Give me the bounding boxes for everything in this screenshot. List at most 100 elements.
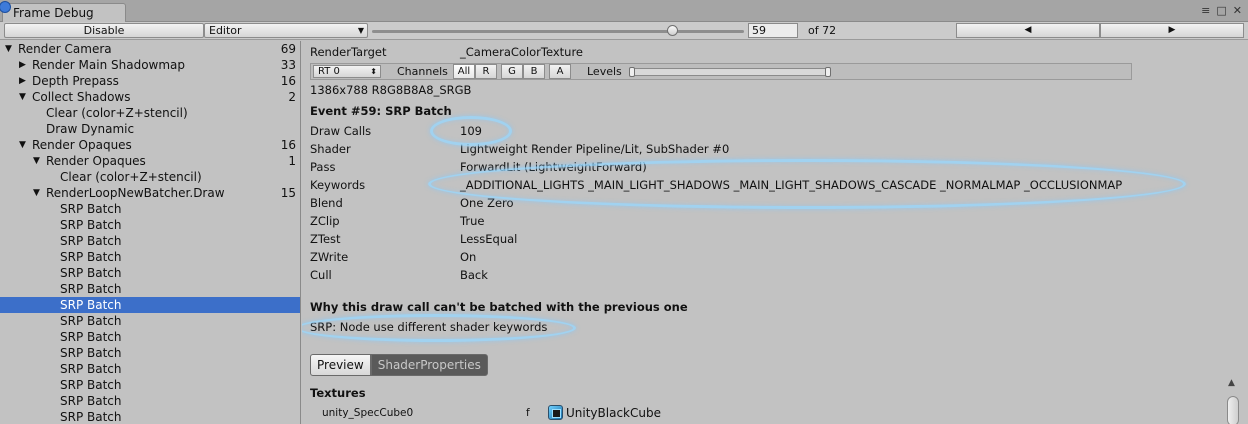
tree-item[interactable]: Clear (color+Z+stencil)	[0, 105, 300, 121]
expand-arrow-icon[interactable]: ▼	[19, 137, 26, 153]
expand-arrow-icon[interactable]: ▼	[5, 41, 12, 57]
highlight-ring	[302, 314, 576, 342]
channel-g-button[interactable]: G	[501, 64, 523, 79]
channel-b-button[interactable]: B	[523, 64, 545, 79]
tree-item[interactable]: SRP Batch	[0, 233, 300, 249]
scroll-up-icon[interactable]: ▲	[1228, 378, 1235, 388]
tree-item-label: SRP Batch	[60, 410, 122, 424]
tree-item[interactable]: SRP Batch	[0, 281, 300, 297]
tree-item-label: SRP Batch	[60, 282, 122, 296]
maximize-icon[interactable]: □	[1216, 4, 1226, 17]
tree-item[interactable]: ▼ Render Opaques 16	[0, 137, 300, 153]
arrow-right-icon: ▶	[1168, 25, 1176, 35]
tree-item[interactable]: SRP Batch	[0, 345, 300, 361]
tree-item[interactable]: ▼ Collect Shadows 2	[0, 89, 300, 105]
detail-scrollbar[interactable]: ▲	[1224, 378, 1242, 424]
tree-item-label: SRP Batch	[60, 394, 122, 408]
levels-min-handle[interactable]	[629, 67, 635, 77]
tree-item[interactable]: SRP Batch	[0, 361, 300, 377]
next-event-button[interactable]: ▶	[1100, 23, 1244, 38]
tree-item[interactable]: SRP Batch	[0, 329, 300, 345]
texture-name: unity_SpecCube0	[322, 407, 414, 419]
tree-item[interactable]: Clear (color+Z+stencil)	[0, 169, 300, 185]
channel-all-button[interactable]: All	[453, 64, 475, 79]
render-target-label: RenderTarget	[310, 45, 387, 59]
channel-r-button[interactable]: R	[475, 64, 497, 79]
tree-item-count: 1	[288, 154, 296, 168]
channel-a-button[interactable]: A	[549, 64, 571, 79]
tree-item[interactable]: ▶ Depth Prepass 16	[0, 73, 300, 89]
expand-arrow-icon[interactable]: ▼	[33, 185, 40, 201]
event-tree[interactable]: ▼ Render Camera 69 ▶ Render Main Shadowmap 33…	[0, 41, 301, 424]
preview-tab[interactable]: Preview	[310, 354, 371, 376]
property-value: On	[460, 250, 477, 264]
tree-item[interactable]: SRP Batch	[0, 297, 300, 313]
tree-item-count: 15	[280, 186, 296, 200]
frame-total: of 72	[808, 24, 837, 37]
tree-item-label: SRP Batch	[60, 330, 122, 344]
tree-item-label: SRP Batch	[60, 298, 122, 312]
tree-item[interactable]: SRP Batch	[0, 313, 300, 329]
tree-item-label: SRP Batch	[60, 266, 122, 280]
cubemap-icon	[548, 405, 563, 420]
arrow-left-icon: ◀	[1024, 25, 1032, 35]
editor-dropdown-label: Editor	[209, 24, 242, 37]
property-key: Cull	[310, 268, 332, 282]
texture-value[interactable]: UnityBlackCube	[566, 406, 661, 420]
tree-item[interactable]: ▼ RenderLoopNewBatcher.Draw 15	[0, 185, 300, 201]
highlight-ring	[430, 116, 512, 146]
levels-slider[interactable]	[631, 68, 829, 76]
tree-item-label: SRP Batch	[60, 346, 122, 360]
window-controls: ≡ □ ✕	[1201, 4, 1242, 17]
tree-item[interactable]: Draw Dynamic	[0, 121, 300, 137]
editor-dropdown[interactable]: Editor ▼	[204, 23, 368, 38]
tree-item-label: SRP Batch	[60, 314, 122, 328]
view-toggle: Preview ShaderProperties	[310, 354, 488, 376]
expand-arrow-icon[interactable]: ▼	[33, 153, 40, 169]
frame-slider-thumb[interactable]	[667, 25, 679, 36]
frame-slider-track[interactable]	[372, 30, 744, 33]
property-key: Shader	[310, 142, 351, 156]
window-title: Frame Debug	[13, 6, 94, 20]
previous-event-button[interactable]: ◀	[956, 23, 1100, 38]
expand-arrow-icon[interactable]: ▼	[19, 89, 26, 105]
tree-item-label: SRP Batch	[60, 378, 122, 392]
tree-item-label: Draw Dynamic	[46, 122, 135, 136]
property-key: ZClip	[310, 214, 340, 228]
tree-item-label: Render Main Shadowmap	[32, 58, 186, 72]
tree-item-label: SRP Batch	[60, 202, 122, 216]
levels-max-handle[interactable]	[825, 67, 831, 77]
rt-select[interactable]: RT 0 ⬍	[313, 65, 381, 78]
rt-select-label: RT 0	[318, 66, 340, 77]
tree-item[interactable]: SRP Batch	[0, 409, 300, 424]
collapse-arrow-icon[interactable]: ▶	[19, 73, 26, 89]
shader-properties-tab[interactable]: ShaderProperties	[370, 354, 488, 376]
property-key: Keywords	[310, 178, 366, 192]
tree-item[interactable]: ▼ Render Opaques 1	[0, 153, 300, 169]
tree-item-label: Render Camera	[18, 42, 112, 56]
chevron-down-icon: ▼	[357, 26, 364, 35]
menu-icon[interactable]: ≡	[1201, 4, 1210, 17]
window-tab[interactable]: Frame Debug	[0, 1, 126, 22]
tree-item[interactable]: ▶ Render Main Shadowmap 33	[0, 57, 300, 73]
tree-item[interactable]: ▼ Render Camera 69	[0, 41, 300, 57]
batch-heading: Why this draw call can't be batched with…	[310, 300, 688, 314]
tree-item[interactable]: SRP Batch	[0, 393, 300, 409]
scrollbar-thumb[interactable]	[1227, 396, 1239, 424]
tree-item-count: 16	[280, 74, 296, 88]
tree-item[interactable]: SRP Batch	[0, 377, 300, 393]
close-icon[interactable]: ✕	[1233, 4, 1242, 17]
tree-item-label: Render Opaques	[46, 154, 146, 168]
tree-item[interactable]: SRP Batch	[0, 201, 300, 217]
property-key: Draw Calls	[310, 124, 372, 138]
tree-item[interactable]: SRP Batch	[0, 249, 300, 265]
disable-button[interactable]: Disable	[4, 23, 204, 38]
collapse-arrow-icon[interactable]: ▶	[19, 57, 26, 73]
unity-logo-icon	[0, 1, 11, 13]
tree-item-label: Clear (color+Z+stencil)	[46, 106, 188, 120]
tree-item-count: 2	[288, 90, 296, 104]
tree-item-label: SRP Batch	[60, 218, 122, 232]
frame-number-input[interactable]: 59	[748, 23, 798, 38]
tree-item[interactable]: SRP Batch	[0, 217, 300, 233]
tree-item[interactable]: SRP Batch	[0, 265, 300, 281]
